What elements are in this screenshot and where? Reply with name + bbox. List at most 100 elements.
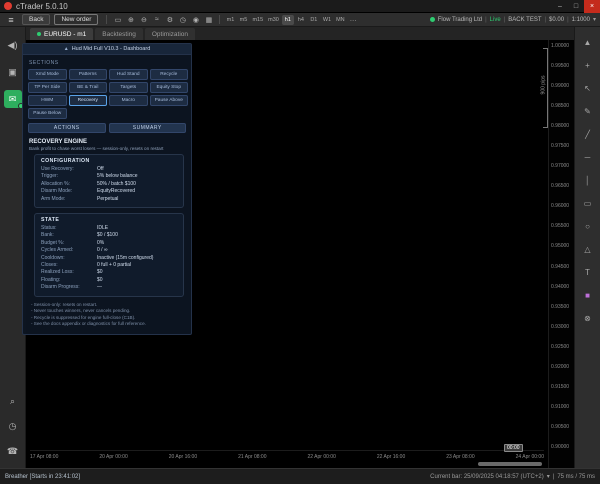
configuration-title: CONFIGURATION [41,158,90,164]
kv-row: Status: IDLE [41,225,179,232]
kv-value: $0 [97,269,103,276]
tab-backtesting[interactable]: Backtesting [95,28,143,40]
timeframe-mn[interactable]: MN [334,15,347,25]
triangle-tool-icon[interactable]: △ [580,241,596,257]
timeframe-m30[interactable]: m30 [266,15,281,25]
section-button-recovery[interactable]: Recovery [68,95,107,106]
session-countdown: Breather [Starts in 23:41:02] [5,473,81,480]
section-button-equity-stop[interactable]: Equity Stop [149,82,188,93]
kv-row: Floating: $0 [41,277,179,284]
timeframe-m5[interactable]: m5 [237,15,249,25]
tab-label: EURUSD - m1 [44,30,87,38]
algo-mail-icon[interactable]: ✉ [3,90,24,109]
time-tick: 22 Apr 16:00 [376,454,406,460]
trendline-icon[interactable]: ╱ [580,126,596,142]
support-icon[interactable]: ☎ [4,442,22,460]
kv-value: 0 full + 0 partial [97,262,132,269]
actions-button[interactable]: ACTIONS [28,123,106,133]
indicators-icon[interactable]: ≈ [150,16,163,23]
timeframe-d1[interactable]: D1 [308,15,320,25]
maximize-button[interactable]: □ [568,0,584,13]
kv-label: Cycles Armed: [41,247,74,254]
timeframe-h4[interactable]: h4 [295,15,307,25]
toolbar-icons: ▭ ⊕ ⊖ ≈ ⚙ ◷ ◉ ▦ [111,16,215,24]
chart-type-icon[interactable]: ▭ [111,16,124,24]
chevron-down-icon[interactable]: ▾ [547,473,550,480]
account-mode: Live [489,16,501,23]
pencil-draw-icon[interactable]: ✎ [580,103,596,119]
chevron-down-icon[interactable]: ▾ [593,16,596,23]
tab-eurusd-m1[interactable]: EURUSD - m1 [30,28,94,40]
kv-label: Allocation %: [41,180,70,187]
window-title: cTrader 5.0.10 [16,1,68,11]
timeframe-m1[interactable]: m1 [224,15,236,25]
new-order-button[interactable]: New order [54,14,99,25]
timeframe-w1[interactable]: W1 [321,15,333,25]
volume-icon[interactable]: ◀) [4,36,22,54]
collapse-toolbar-icon[interactable]: ▲ [580,34,596,50]
copy-windows-icon[interactable]: ▣ [4,63,22,81]
section-button-hud-stand[interactable]: Hud Stand [109,69,148,80]
section-button-macro[interactable]: Macro [109,95,148,106]
tab-optimization[interactable]: Optimization [144,28,195,40]
section-row: Pause Below [28,108,186,119]
account-info[interactable]: Flow Trading Ltd | Live | BACK TEST | $0… [429,16,600,23]
section-button-targets[interactable]: Targets [109,82,148,93]
kv-value: IDLE [97,225,109,232]
zoom-out-icon[interactable]: ⊖ [137,16,150,24]
back-button[interactable]: Back [22,14,51,25]
chart-tabbar: EURUSD - m1 Backtesting Optimization [26,27,600,40]
color-swatch[interactable]: ■ [580,287,596,303]
cursor-icon[interactable]: ↖ [580,80,596,96]
panel-header[interactable]: ▲ Hud Mid Full V10.3 - Dashboard [23,44,191,55]
latency-label: 75 ms / 75 ms [557,473,595,480]
vertical-line-icon[interactable]: │ [580,172,596,188]
search-icon[interactable]: ⌕ [4,392,22,410]
price-tick: 0.94000 [551,283,570,290]
chart-area[interactable]: ▲ Hud Mid Full V10.3 - Dashboard SECTION… [22,40,548,468]
crosshair-icon[interactable]: + [580,57,596,73]
grid-icon[interactable]: ▦ [202,16,215,24]
drawing-toolbar: ▲ + ↖ ✎ ╱ ─ │ ▭ ○ △ T ■ ⊗ [574,27,600,468]
account-separator: | [503,16,506,23]
kv-label: Status: [41,225,57,232]
horizontal-line-icon[interactable]: ─ [580,149,596,165]
settings-gear-icon[interactable]: ⚙ [163,16,176,24]
kv-row: Realized Loss: $0 [41,269,179,276]
ellipse-tool-icon[interactable]: ○ [580,218,596,234]
price-tick: 0.91500 [551,383,570,390]
timeframe-h1[interactable]: h1 [281,14,294,25]
alerts-icon[interactable]: ◷ [4,417,22,435]
time-tick: 22 Apr 00:00 [307,454,336,460]
more-timeframes-button[interactable]: … [350,16,357,23]
section-button-be-trail[interactable]: BE & Trail [68,82,107,93]
minimize-button[interactable]: – [552,0,568,13]
alert-clock-icon[interactable]: ◷ [176,16,189,24]
text-tool-icon[interactable]: T [580,264,596,280]
section-button-xmd-mode[interactable]: Xmd Mode [28,69,67,80]
summary-button[interactable]: SUMMARY [108,123,186,133]
section-button-patterns[interactable]: Patterns [68,69,107,80]
price-tick: 0.96000 [551,203,570,210]
kv-row: Disarm Progress: — [41,284,179,291]
section-button-tp-per-side[interactable]: TP Per Side [28,82,67,93]
section-button-pause-above[interactable]: Pause Above [149,95,188,106]
delete-drawings-icon[interactable]: ⊗ [580,310,596,326]
hamburger-menu-icon[interactable]: ≡ [0,13,22,27]
pips-measure-ruler: 900 pips [540,48,548,128]
time-axis[interactable]: 17 Apr 08:00 20 Apr 00:00 20 Apr 16:00 21 A… [30,450,544,460]
section-button-hwm[interactable]: HWM [28,95,67,106]
rectangle-tool-icon[interactable]: ▭ [580,195,596,211]
view-eye-icon[interactable]: ◉ [189,16,202,24]
kv-value: — [97,284,102,291]
timeframe-m15[interactable]: m15 [250,15,265,25]
section-button-pause-below[interactable]: Pause Below [28,108,67,119]
zoom-in-icon[interactable]: ⊕ [124,16,137,24]
sections-label: SECTIONS [29,60,59,66]
section-button-recycle[interactable]: Recycle [149,69,188,80]
horizontal-scrollbar[interactable] [478,462,542,466]
kv-row: Budget %: 0% [41,240,179,247]
main-toolbar: ≡ Back New order ▭ ⊕ ⊖ ≈ ⚙ ◷ ◉ ▦ m1 m5 m15 m30 h1 h4… [0,13,600,27]
close-button[interactable]: × [584,0,600,13]
price-axis[interactable]: 1.00000 0.99500 0.99000 0.98500 0.98000 0.975… [548,40,574,468]
